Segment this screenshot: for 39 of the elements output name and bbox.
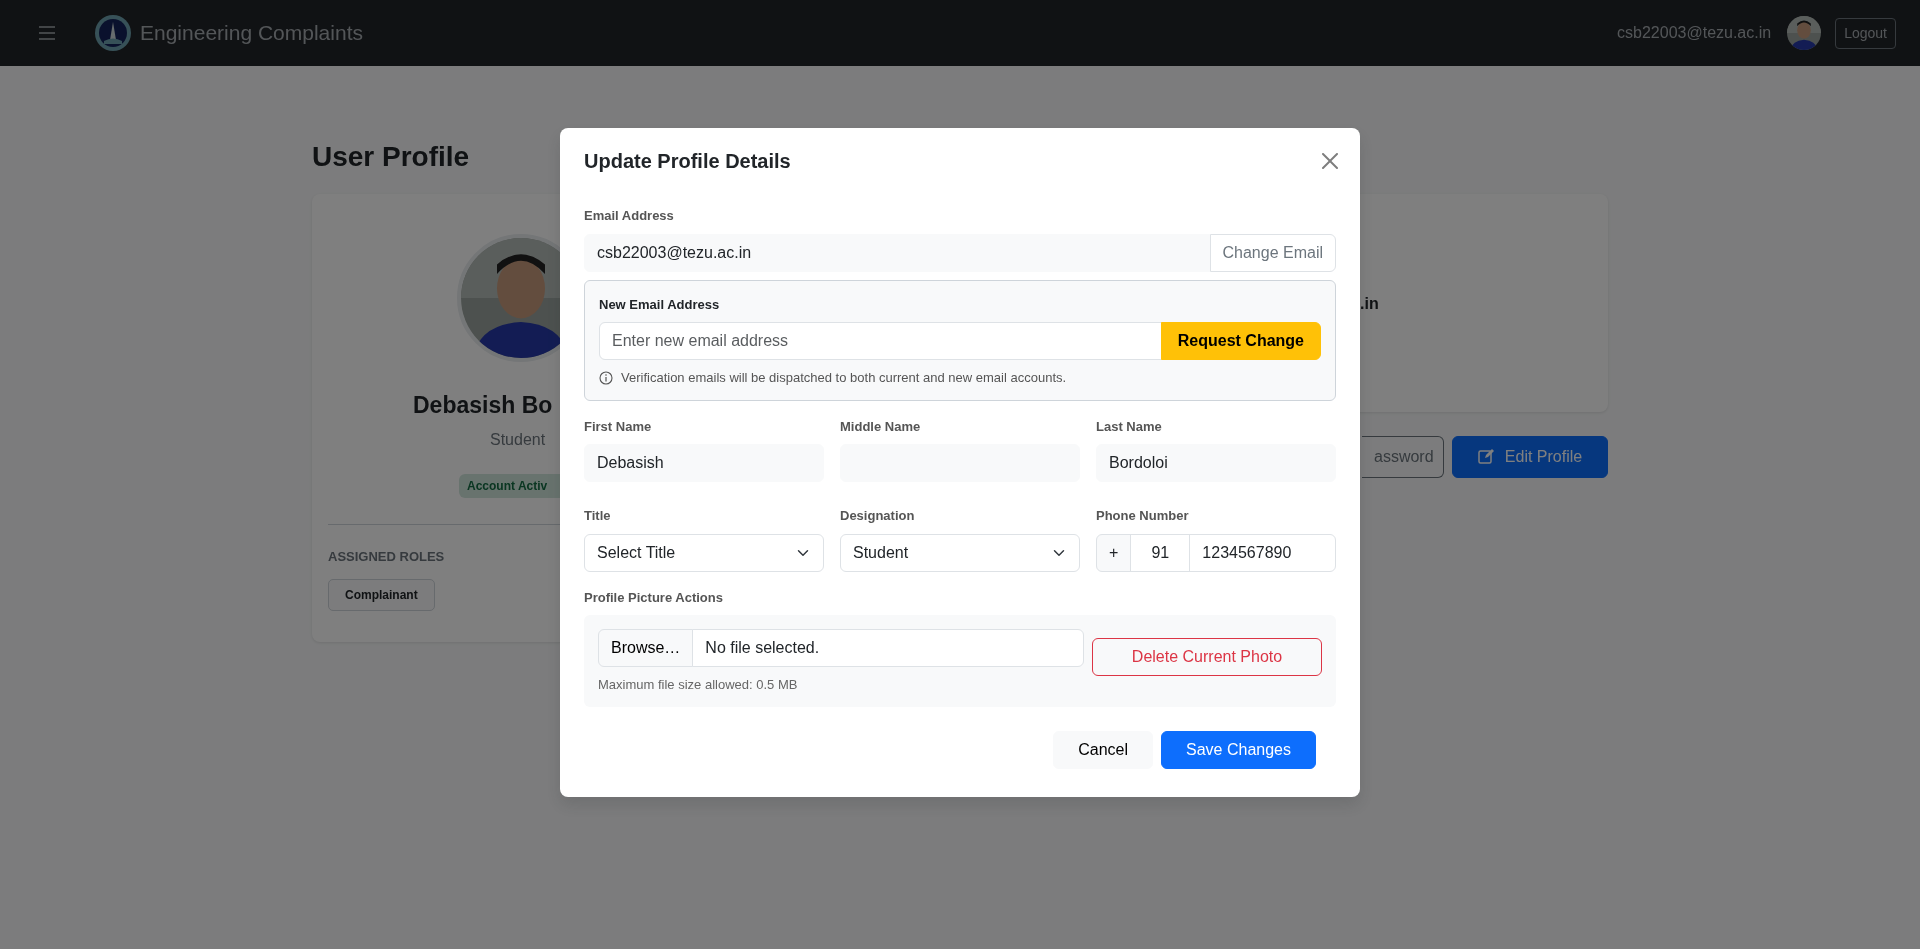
field-label: Designation [840,507,916,525]
emblem-logo [94,14,132,52]
role-tag: Complainant [328,578,435,611]
help-text: Verification emails will be dispatched to both current and new email accounts. [621,369,1067,387]
cancel-button[interactable]: Cancel [1053,730,1154,769]
pencil-icon [1477,447,1495,464]
select-field[interactable]: Select Title [584,533,824,572]
page-title: User Profile [312,140,470,174]
phone-prefix: + [1096,533,1132,572]
info-icon [599,370,613,385]
profile-role: Student [490,430,547,451]
profile-name: Debasish Bo [413,390,554,420]
browse-button[interactable]: Browse… [598,629,694,667]
text-field[interactable]: Debasish [584,444,824,482]
user-email: csb22003@tezu.ac.in [1617,23,1772,43]
phone-field[interactable]: 1234567890 [1189,533,1336,572]
change-email-button[interactable]: Change Email [1209,233,1336,272]
save-button[interactable]: Save Changes [1161,730,1316,769]
field-label: New Email Address [599,295,721,314]
section-heading: ASSIGNED ROLES [328,548,446,567]
select-field[interactable]: Student [840,533,1080,572]
help-text: Maximum file size allowed: 0.5 MB [598,676,799,694]
field-label: Last Name [1096,417,1163,436]
field-label: Email Address [584,207,675,225]
request-change-button[interactable]: Request Change [1160,322,1321,360]
menu-icon[interactable] [38,25,56,41]
new-email-field[interactable]: Enter new email address [599,322,1162,360]
text-field[interactable]: Bordoloi [1096,444,1336,482]
delete-photo-button[interactable]: Delete Current Photo [1092,637,1322,676]
country-code-field[interactable]: 91 [1130,533,1191,572]
modal-title: Update Profile Details [584,149,791,174]
field-label: Phone Number [1096,507,1190,525]
field-label: Middle Name [840,417,922,436]
email-field[interactable]: csb22003@tezu.ac.in [584,233,1211,272]
field-label: Profile Picture Actions [584,588,724,607]
email-value: .in [1360,294,1379,312]
field-label: First Name [584,417,653,436]
field-label: Title [584,507,612,525]
file-field[interactable]: No file selected. [692,629,1084,667]
